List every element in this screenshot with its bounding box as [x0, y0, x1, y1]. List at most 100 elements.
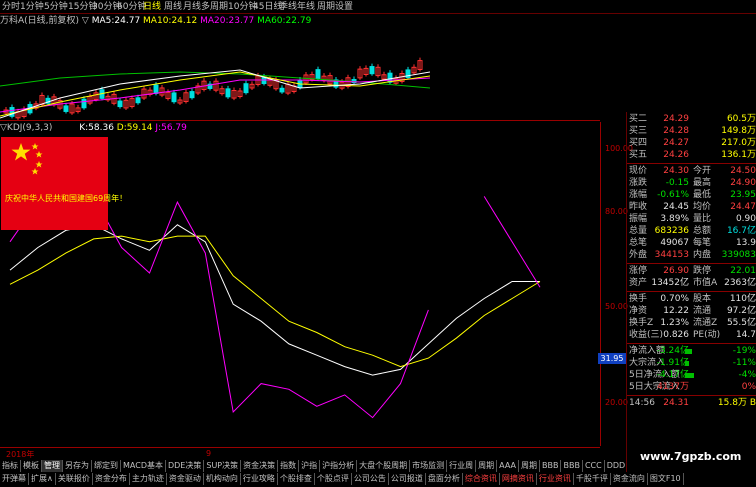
info-tab-11[interactable]: 公司报道 — [389, 473, 426, 485]
indicator-tab-7[interactable]: SUP决策 — [204, 460, 242, 472]
info-tab-6[interactable]: 机构动向 — [204, 473, 241, 485]
quote-row: 总笔 49067 每笔 13.9 — [627, 238, 756, 249]
indicator-tab-12[interactable]: 大盘个股周期 — [357, 460, 411, 472]
period-tab-8[interactable]: 月线 — [183, 1, 201, 13]
info-tab-14[interactable]: 网摘资讯 — [500, 473, 537, 485]
quote-row: 总量 683236 总额 16.7亿 — [627, 226, 756, 237]
candlestick-chart[interactable] — [0, 28, 430, 122]
quote-value-2: 339083 — [721, 250, 756, 260]
kdj-tick-20: 20.00 — [605, 398, 628, 407]
quote-label: 总量 — [629, 226, 648, 236]
quote-row: 14:56 24.31 15.8万 B — [627, 398, 756, 409]
quote-value: 3.89% — [660, 214, 689, 224]
quote-label: 涨停 — [629, 266, 648, 276]
indicator-tab-0[interactable]: 指标 — [0, 460, 21, 472]
quote-row: 买五 24.26 136.1万 — [627, 150, 756, 161]
kdj-y-axis: 100.00 80.00 50.00 20.00 — [600, 122, 633, 446]
quote-row: 涨幅 -0.61% 最低 23.95 — [627, 190, 756, 201]
quote-label: 买四 — [629, 138, 648, 148]
quote-value: 24.31 — [663, 398, 689, 408]
quote-value-2: 24.90 — [730, 178, 756, 188]
quote-value-2: -19% — [732, 346, 756, 356]
period-tab-2[interactable]: 5分钟 — [44, 1, 68, 13]
quote-value-2: 24.50 — [730, 166, 756, 176]
info-tab-17[interactable]: 资金流向 — [611, 473, 648, 485]
info-tab-4[interactable]: 主力轨迹 — [130, 473, 167, 485]
quote-label: 14:56 — [629, 398, 655, 408]
info-tab-5[interactable]: 资金驱动 — [167, 473, 204, 485]
panel-divider — [0, 120, 600, 121]
quote-row: 资产 13452亿 市值A 2363亿 — [627, 278, 756, 289]
info-tab-16[interactable]: 千股千评 — [574, 473, 611, 485]
indicator-tab-3[interactable]: 另存为 — [63, 460, 92, 472]
period-tab-0[interactable]: 分时 — [2, 1, 20, 13]
quote-value: -0.61% — [657, 190, 689, 200]
quote-label: 总笔 — [629, 238, 648, 248]
indicator-tab-13[interactable]: 市场监测 — [410, 460, 448, 472]
info-tab-2[interactable]: 关联报价 — [56, 473, 93, 485]
indicator-tab-11[interactable]: 沪指分析 — [320, 460, 358, 472]
period-tab-13[interactable]: 年线 — [297, 1, 315, 13]
info-tab-0[interactable]: 开弹幕 — [0, 473, 29, 485]
quote-label-2: 最低 — [693, 190, 712, 200]
quote-label-2: PE(动) — [693, 330, 721, 340]
ma10-value: 24.12 — [171, 16, 198, 26]
info-tab-13[interactable]: 综合资讯 — [463, 473, 500, 485]
quote-value-2: -4% — [738, 370, 756, 380]
period-tab-6[interactable]: 日线 — [143, 1, 161, 13]
quote-panel: 买二 24.29 60.5万 买三 24.28 149.8万 买四 24.27 217.0万 买五… — [626, 112, 756, 472]
info-tab-7[interactable]: 行业攻略 — [241, 473, 278, 485]
indicator-tab-17[interactable]: 周期 — [519, 460, 540, 472]
info-tab-10[interactable]: 公司公告 — [352, 473, 389, 485]
stock-label: 万科A(日线,前复权) — [0, 16, 80, 26]
kdj-legend: ▽KDJ(9,3,3) K:58.36 D:59.14 J:56.79 — [0, 122, 600, 134]
quote-value-2: 2363亿 — [724, 278, 756, 288]
info-tab-15[interactable]: 行业资讯 — [537, 473, 574, 485]
watermark: www.7gpzb.com — [640, 450, 742, 463]
national-flag-banner[interactable] — [1, 137, 108, 230]
indicator-tab-14[interactable]: 行业周 — [447, 460, 477, 472]
indicator-tab-1[interactable]: 模板 — [21, 460, 42, 472]
quote-row: 买二 24.29 60.5万 — [627, 114, 756, 125]
indicator-tab-15[interactable]: 周期 — [476, 460, 498, 472]
quote-value: 26.90 — [663, 266, 689, 276]
indicator-tab-4[interactable]: 绑定到 — [92, 460, 121, 472]
quote-label: 资产 — [629, 278, 648, 288]
period-tab-1[interactable]: 1分钟 — [20, 1, 44, 13]
indicator-tab-10[interactable]: 沪指 — [299, 460, 321, 472]
quote-label: 外盘 — [629, 250, 648, 260]
indicator-tab-6[interactable]: DDE决策 — [166, 460, 205, 472]
quote-value: 13452亿 — [651, 278, 689, 288]
quote-value-2: 60.5万 — [726, 114, 756, 124]
indicator-tab-20[interactable]: CCC — [583, 460, 605, 472]
quote-value-2: 217.0万 — [721, 138, 756, 148]
info-tab-12[interactable]: 盘面分析 — [426, 473, 463, 485]
info-tab-8[interactable]: 个股排查 — [278, 473, 315, 485]
quote-row: 买四 24.27 217.0万 — [627, 138, 756, 149]
star-icon — [11, 143, 43, 175]
period-tab-14[interactable]: 周期设置 — [317, 1, 353, 13]
period-tab-12[interactable]: 季线 — [279, 1, 297, 13]
period-tab-9[interactable]: 多周期 — [201, 1, 228, 13]
info-tab-3[interactable]: 资金分布 — [93, 473, 130, 485]
quote-value-2: 23.95 — [730, 190, 756, 200]
indicator-tab-9[interactable]: 指数 — [278, 460, 300, 472]
indicator-tab-5[interactable]: MACD基本 — [121, 460, 166, 472]
quote-row: 5日净流入额 -4.17亿 -4% — [627, 370, 756, 381]
quote-value-2: 16.7亿 — [726, 226, 756, 236]
ma5-label: MA5: — [91, 16, 115, 26]
indicator-tab-16[interactable]: AAA — [497, 460, 519, 472]
quote-row: 换手 0.70% 股本 110亿 — [627, 294, 756, 305]
indicator-tab-21[interactable]: DDD — [605, 460, 626, 472]
quote-label-2: 流通Z — [693, 318, 718, 328]
info-tab-18[interactable]: 图文F10 — [648, 473, 684, 485]
info-tab-1[interactable]: 扩展∧ — [29, 473, 56, 485]
indicator-tab-18[interactable]: BBB — [540, 460, 562, 472]
period-tab-7[interactable]: 周线 — [164, 1, 182, 13]
quote-label-2: 最高 — [693, 178, 712, 188]
indicator-tab-2[interactable]: 管理 — [42, 460, 63, 472]
info-tab-9[interactable]: 个股点评 — [315, 473, 352, 485]
indicator-tab-8[interactable]: 资金决策 — [241, 460, 279, 472]
indicator-tab-19[interactable]: BBB — [561, 460, 583, 472]
kdj-series-d — [9, 235, 541, 368]
